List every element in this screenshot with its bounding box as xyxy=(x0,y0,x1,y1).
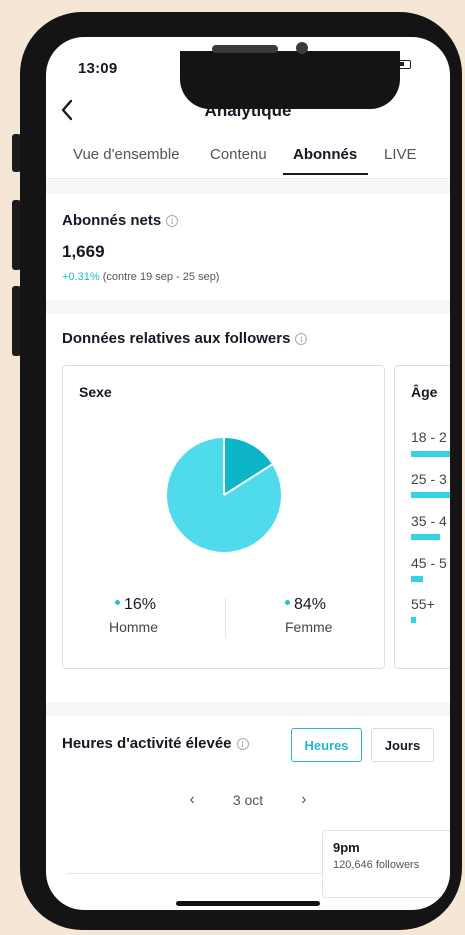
phone-screen: 13:09 Analytique Vue d'ensemble Contenu … xyxy=(46,37,450,910)
female-percent-value: 84% xyxy=(294,596,327,613)
age-group-bar xyxy=(411,534,440,540)
age-group-label: 18 - 2 xyxy=(411,429,447,445)
days-button[interactable]: Jours xyxy=(371,728,434,762)
info-icon[interactable]: i xyxy=(166,214,179,227)
male-percent-value: 16% xyxy=(124,596,157,613)
activity-title-text: Heures d'activité élevée xyxy=(62,735,232,752)
age-group-bar xyxy=(411,576,423,582)
female-dot-icon xyxy=(285,600,290,606)
age-group-bar xyxy=(411,617,416,623)
tooltip-followers: 120,646 followers xyxy=(333,859,420,871)
chevron-right-icon[interactable]: › xyxy=(301,791,306,809)
female-percent: 84% xyxy=(285,596,326,614)
legend-divider xyxy=(225,598,226,638)
activity-tooltip: 9pm 120,646 followers xyxy=(322,830,450,898)
tab-bar: Vue d'ensemble Contenu Abonnés LIVE xyxy=(46,143,450,179)
chevron-left-icon[interactable]: ‹ xyxy=(189,791,194,809)
male-percent: 16% xyxy=(115,596,156,614)
age-group-bar xyxy=(411,492,450,498)
gender-card: Sexe 16% Homme 84% Femme xyxy=(62,365,385,669)
net-followers-value: 1,669 xyxy=(62,242,105,261)
activity-title: Heures d'activité élevée i xyxy=(62,735,249,752)
change-comparison: (contre 19 sep - 25 sep) xyxy=(102,271,220,283)
net-followers-change: +0.31% (contre 19 sep - 25 sep) xyxy=(62,271,219,283)
front-camera xyxy=(296,42,308,54)
male-label: Homme xyxy=(109,619,159,635)
age-group-label: 45 - 5 xyxy=(411,555,447,571)
net-followers-title-text: Abonnés nets xyxy=(62,212,162,229)
chart-baseline xyxy=(66,873,322,874)
age-card: Âge 18 - 2 25 - 3 35 - 4 45 - 5 55+ xyxy=(394,365,450,669)
net-followers-title: Abonnés nets i xyxy=(62,212,179,229)
info-icon[interactable]: i xyxy=(295,332,308,345)
speaker-grille xyxy=(212,45,278,53)
tab-overview[interactable]: Vue d'ensemble xyxy=(73,146,180,163)
notch xyxy=(180,51,400,109)
age-group-label: 25 - 3 xyxy=(411,471,447,487)
age-group-label: 55+ xyxy=(411,596,435,612)
hours-button[interactable]: Heures xyxy=(291,728,362,762)
home-indicator[interactable] xyxy=(176,901,320,906)
age-card-title: Âge xyxy=(411,384,438,400)
tab-followers[interactable]: Abonnés xyxy=(293,146,357,163)
follower-data-title-text: Données relatives aux followers xyxy=(62,330,291,347)
tab-content[interactable]: Contenu xyxy=(210,146,267,163)
tab-active-indicator xyxy=(283,173,368,175)
age-group-label: 35 - 4 xyxy=(411,513,447,529)
date-navigator: ‹ 3 oct › xyxy=(46,791,450,809)
follower-data-title: Données relatives aux followers i xyxy=(62,330,308,347)
tab-live[interactable]: LIVE xyxy=(384,146,417,163)
female-label: Femme xyxy=(285,619,333,635)
current-date: 3 oct xyxy=(232,792,264,808)
change-percent: +0.31% xyxy=(62,271,100,283)
info-icon[interactable]: i xyxy=(236,737,249,750)
age-group-bar xyxy=(411,451,450,457)
section-separator xyxy=(46,702,450,716)
male-dot-icon xyxy=(115,600,120,606)
section-separator xyxy=(46,180,450,194)
status-time: 13:09 xyxy=(78,60,118,77)
section-separator xyxy=(46,300,450,314)
gender-pie-chart xyxy=(167,438,281,552)
gender-card-title: Sexe xyxy=(79,384,112,400)
tooltip-hour: 9pm xyxy=(333,840,360,855)
